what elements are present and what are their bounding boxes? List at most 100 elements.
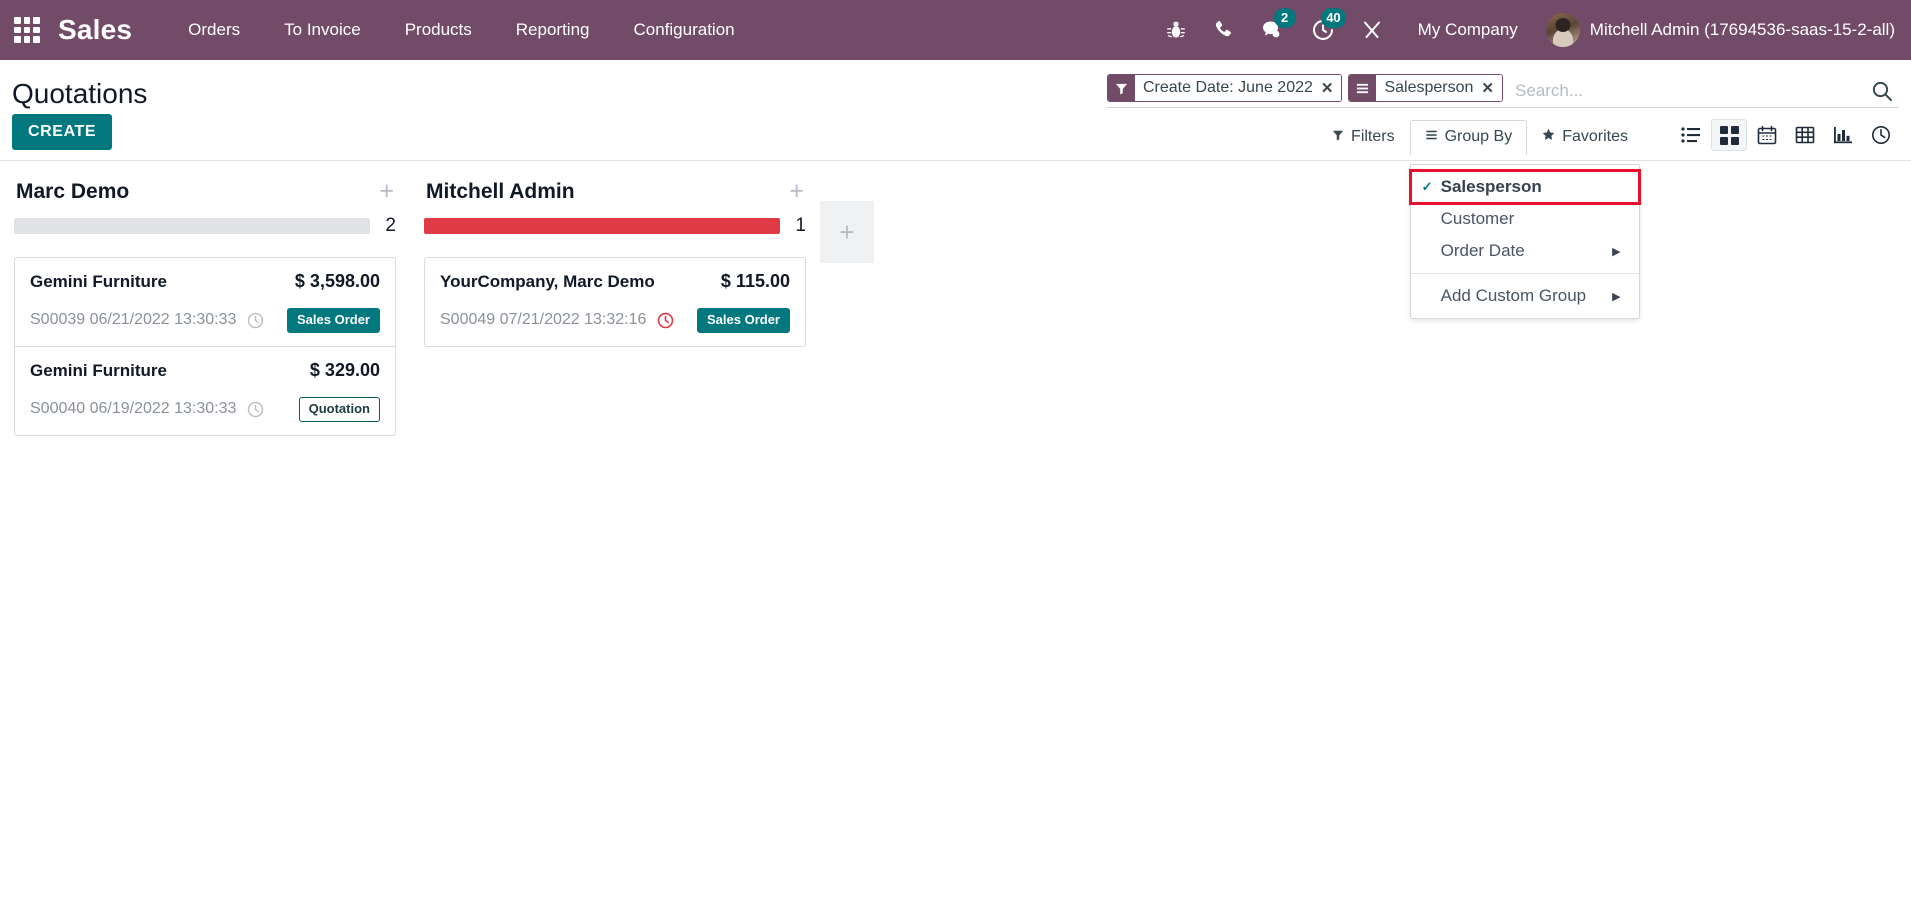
card-reference: S00049 07/21/2022 13:32:16	[440, 311, 647, 329]
kanban-card[interactable]: Gemini Furniture $ 3,598.00 S00039 06/21…	[15, 258, 395, 347]
clock-icon[interactable]	[657, 312, 674, 329]
clock-icon[interactable]	[1863, 119, 1899, 151]
group-by-option-label: Order Date	[1440, 241, 1525, 260]
kanban-card-list: YourCompany, Marc Demo $ 115.00 S00049 0…	[424, 257, 806, 347]
tools-icon[interactable]	[1348, 0, 1396, 60]
card-customer: YourCompany, Marc Demo	[440, 272, 655, 291]
facet-label: Salesperson	[1376, 75, 1480, 101]
clock-icon[interactable]	[247, 312, 264, 329]
status-badge-label: Quotation	[298, 396, 380, 422]
kanban-card[interactable]: Gemini Furniture $ 329.00 S00040 06/19/2…	[15, 347, 395, 435]
navbar-right: 2 40 My Company Mitchell Admin (17694536…	[1152, 0, 1895, 60]
user-name: Mitchell Admin (17694536-saas-15-2-all)	[1589, 20, 1895, 39]
group-lines-icon	[1425, 129, 1438, 145]
group-by-option-customer[interactable]: Customer	[1411, 203, 1639, 235]
group-by-option-label: Salesperson	[1440, 177, 1542, 196]
card-customer: Gemini Furniture	[30, 360, 167, 380]
menu-item-products[interactable]: Products	[383, 12, 494, 48]
group-lines-icon	[1349, 75, 1377, 101]
card-amount: $ 329.00	[309, 359, 380, 380]
kanban-column-progress: 1	[424, 215, 806, 237]
apps-grid-icon[interactable]	[10, 13, 44, 47]
menu-item-orders[interactable]: Orders	[166, 12, 262, 48]
group-by-label: Group By	[1444, 128, 1513, 145]
main-menu: Orders To Invoice Products Reporting Con…	[166, 12, 756, 48]
magnifier-icon[interactable]	[1861, 74, 1899, 107]
menu-item-configuration[interactable]: Configuration	[612, 12, 757, 48]
menu-item-to-invoice[interactable]: To Invoice	[262, 12, 383, 48]
status-badge[interactable]: Quotation	[298, 396, 380, 422]
kanban-column-title: Mitchell Admin	[426, 179, 575, 203]
facet-remove-icon[interactable]: ✕	[1318, 75, 1342, 101]
filters-dropdown-toggle[interactable]: Filters	[1317, 120, 1410, 155]
group-by-option-label: Customer	[1440, 209, 1515, 228]
kanban-column-count: 1	[795, 215, 806, 236]
facet-remove-icon[interactable]: ✕	[1479, 75, 1502, 101]
card-reference: S00039 06/21/2022 13:30:33	[30, 311, 237, 329]
kanban-column-mitchell-admin: Mitchell Admin + 1 YourCompany, Marc Dem…	[410, 161, 820, 347]
plus-icon[interactable]: +	[820, 201, 874, 263]
status-badge-label: Sales Order	[697, 308, 790, 333]
check-icon: ✓	[1421, 179, 1433, 194]
menu-item-reporting[interactable]: Reporting	[494, 12, 612, 48]
clock-icon[interactable]	[247, 401, 264, 418]
kanban-add-column: +	[820, 161, 874, 263]
control-panel: Quotations Create Date: June 2022 ✕ Sale…	[0, 60, 1911, 319]
card-amount: $ 115.00	[720, 271, 790, 291]
search-input[interactable]	[1509, 74, 1861, 107]
add-custom-group-label: Add Custom Group	[1440, 286, 1587, 305]
calendar-icon[interactable]	[1749, 119, 1785, 151]
search-bar: Create Date: June 2022 ✕ Salesperson ✕	[1107, 74, 1899, 108]
kanban-column-marc-demo: Marc Demo + 2 Gemini Furniture $ 3,598.0…	[0, 161, 410, 436]
progress-bar[interactable]	[14, 218, 370, 234]
kanban-card-list: Gemini Furniture $ 3,598.00 S00039 06/21…	[14, 257, 396, 436]
messages-icon[interactable]: 2	[1248, 0, 1298, 60]
plus-icon[interactable]: +	[789, 179, 804, 204]
filters-label: Filters	[1351, 128, 1395, 145]
view-switcher	[1673, 119, 1899, 155]
bug-icon[interactable]	[1152, 0, 1200, 60]
group-by-dropdown-toggle[interactable]: Group By	[1409, 120, 1528, 155]
group-by-menu: ✓ Salesperson Customer Order Date ▶ Add …	[1408, 164, 1641, 319]
search-facet-salesperson[interactable]: Salesperson ✕	[1348, 74, 1503, 102]
status-badge[interactable]: Sales Order	[287, 308, 380, 333]
messages-badge: 2	[1273, 8, 1296, 28]
control-panel-bottom-row: CREATE Filters Group By ✓ Salesperson Cu…	[0, 108, 1911, 319]
kanban-column-header: Marc Demo +	[14, 179, 396, 204]
kanban-column-count: 2	[385, 215, 396, 236]
page-title: Quotations	[12, 78, 148, 109]
add-custom-group-option[interactable]: Add Custom Group ▶	[1411, 280, 1639, 312]
app-brand-sales[interactable]: Sales	[58, 14, 132, 46]
status-badge-label: Sales Order	[287, 308, 380, 333]
kanban-column-progress: 2	[14, 215, 396, 237]
status-badge[interactable]: Sales Order	[697, 308, 790, 333]
list-icon[interactable]	[1673, 119, 1709, 151]
search-dropdown-toggles: Filters Group By ✓ Salesperson Customer …	[1317, 119, 1899, 319]
search-facet-create-date[interactable]: Create Date: June 2022 ✕	[1107, 74, 1343, 102]
avatar	[1545, 13, 1580, 47]
user-menu[interactable]: Mitchell Admin (17694536-saas-15-2-all)	[1536, 13, 1895, 47]
card-reference: S00040 06/19/2022 13:30:33	[30, 400, 237, 418]
favorites-dropdown-toggle[interactable]: Favorites	[1527, 119, 1643, 155]
progress-bar[interactable]	[424, 218, 780, 234]
plus-icon[interactable]: +	[379, 179, 394, 204]
kanban-column-title: Marc Demo	[16, 179, 130, 203]
company-switcher[interactable]: My Company	[1396, 20, 1536, 40]
filter-funnel-icon	[1332, 129, 1344, 145]
card-customer: Gemini Furniture	[30, 272, 167, 291]
control-panel-top-row: Quotations Create Date: June 2022 ✕ Sale…	[0, 60, 1911, 108]
pivot-table-icon[interactable]	[1787, 119, 1823, 151]
group-by-option-salesperson[interactable]: ✓ Salesperson	[1408, 169, 1641, 205]
group-by-option-order-date[interactable]: Order Date ▶	[1411, 235, 1639, 267]
kanban-column-header: Mitchell Admin +	[424, 179, 806, 204]
phone-icon[interactable]	[1200, 0, 1248, 60]
facet-label: Create Date: June 2022	[1135, 75, 1319, 101]
activities-clock-icon[interactable]: 40	[1298, 0, 1348, 60]
kanban-card[interactable]: YourCompany, Marc Demo $ 115.00 S00049 0…	[425, 258, 805, 346]
activities-badge: 40	[1321, 8, 1346, 28]
bar-chart-icon[interactable]	[1825, 119, 1861, 151]
chevron-right-icon: ▶	[1612, 245, 1621, 258]
star-icon	[1542, 128, 1555, 145]
kanban-grid-icon[interactable]	[1711, 119, 1747, 151]
create-button[interactable]: CREATE	[12, 114, 113, 150]
